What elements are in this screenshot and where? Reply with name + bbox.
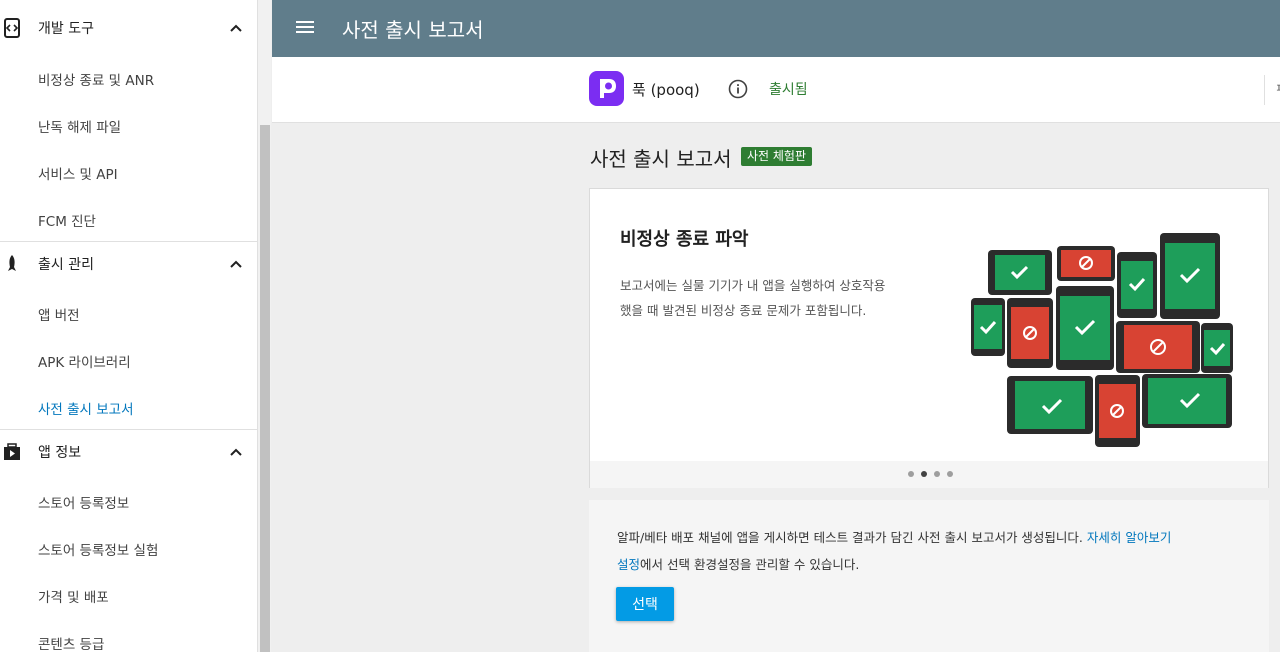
pooq-logo-icon: [600, 79, 616, 98]
panel-text: 알파/베타 배포 채널에 앱을 게시하면 테스트 결과가 담긴 사전 출시 보고…: [617, 530, 1087, 545]
page-header-title: 사전 출시 보고서: [342, 18, 484, 42]
sidebar-item-store-listing[interactable]: 스토어 등록정보: [38, 492, 129, 512]
info-icon[interactable]: [728, 79, 748, 99]
carousel-dot[interactable]: [934, 471, 940, 477]
sidebar-item-deobfuscation[interactable]: 난독 해제 파일: [38, 116, 121, 136]
sidebar-item-apk-library[interactable]: APK 라이브러리: [38, 351, 131, 371]
carousel-dots: [908, 471, 953, 477]
sidebar-section-label: 앱 정보: [38, 445, 82, 461]
card-heading: 비정상 종료 파악: [620, 229, 749, 250]
carousel-dot[interactable]: [908, 471, 914, 477]
chevron-up-icon[interactable]: [228, 256, 244, 272]
chevron-up-icon[interactable]: [228, 20, 244, 36]
sidebar-section-label: 개발 도구: [38, 21, 94, 37]
carousel-dot[interactable]: [947, 471, 953, 477]
sidebar-item-crashes-anr[interactable]: 비정상 종료 및 ANR: [38, 69, 154, 89]
sidebar-section-label: 출시 관리: [38, 257, 94, 273]
learn-more-link[interactable]: 자세히 알아보기: [1087, 530, 1171, 545]
panel-description: 알파/베타 배포 채널에 앱을 게시하면 테스트 결과가 담긴 사전 출시 보고…: [617, 524, 1237, 578]
panel-text: 에서 선택 환경설정을 관리할 수 있습니다.: [640, 557, 860, 572]
devices-illustration: [971, 233, 1233, 447]
opt-in-panel: 알파/베타 배포 채널에 앱을 게시하면 테스트 결과가 담긴 사전 출시 보고…: [589, 500, 1269, 652]
top-app-bar: 사전 출시 보고서: [272, 0, 1280, 57]
cut-off-text: ㅍ: [1275, 79, 1280, 96]
carousel-dot-active[interactable]: [921, 471, 927, 477]
device-group-icon: [971, 233, 1233, 447]
sidebar-item-store-listing-experiments[interactable]: 스토어 등록정보 실험: [38, 539, 158, 559]
sidebar: 개발 도구 비정상 종료 및 ANR 난독 해제 파일 서비스 및 API FC…: [0, 0, 257, 652]
app-name: 푹 (pooq): [632, 81, 700, 99]
scrollbar-thumb[interactable]: [260, 125, 270, 652]
sidebar-item-services-api[interactable]: 서비스 및 API: [38, 163, 118, 183]
sidebar-scrollbar[interactable]: [257, 0, 271, 652]
sidebar-item-prelaunch-report[interactable]: 사전 출시 보고서: [38, 398, 134, 418]
card-body-line: 보고서에는 실물 기기가 내 앱을 실행하여 상호작용: [620, 278, 886, 293]
app-header: 푹 (pooq) 출시됨 ㅍ: [272, 57, 1280, 123]
status-badge: 사전 체험판: [741, 147, 813, 166]
app-logo: [589, 71, 624, 106]
menu-icon[interactable]: [295, 17, 315, 37]
sidebar-item-fcm[interactable]: FCM 진단: [38, 210, 96, 230]
select-button[interactable]: 선택: [616, 587, 674, 621]
card-body-line: 했을 때 발견된 비정상 종료 문제가 포함됩니다.: [620, 303, 867, 318]
chevron-up-icon[interactable]: [228, 444, 244, 460]
sidebar-item-pricing-distribution[interactable]: 가격 및 배포: [38, 586, 109, 606]
card-body: 보고서에는 실물 기기가 내 앱을 실행하여 상호작용 했을 때 발견된 비정상…: [620, 273, 920, 323]
code-icon: [4, 18, 20, 38]
carousel-footer: [590, 461, 1268, 488]
rocket-icon: [8, 255, 16, 271]
play-store-icon: [4, 443, 20, 460]
appbar-right-edge: ㅍ: [1264, 75, 1280, 105]
page-title: 사전 출시 보고서: [590, 147, 732, 171]
sidebar-item-app-versions[interactable]: 앱 버전: [38, 304, 80, 324]
app-status: 출시됨: [769, 82, 808, 98]
settings-link[interactable]: 설정: [617, 557, 640, 572]
sidebar-section-dev-tools[interactable]: 개발 도구: [0, 5, 257, 51]
sidebar-item-content-rating[interactable]: 콘텐츠 등급: [38, 633, 104, 652]
sidebar-section-release[interactable]: 출시 관리: [0, 241, 257, 287]
sidebar-section-app-info[interactable]: 앱 정보: [0, 429, 257, 475]
info-carousel-card: 비정상 종료 파악 보고서에는 실물 기기가 내 앱을 실행하여 상호작용 했을…: [589, 188, 1269, 488]
